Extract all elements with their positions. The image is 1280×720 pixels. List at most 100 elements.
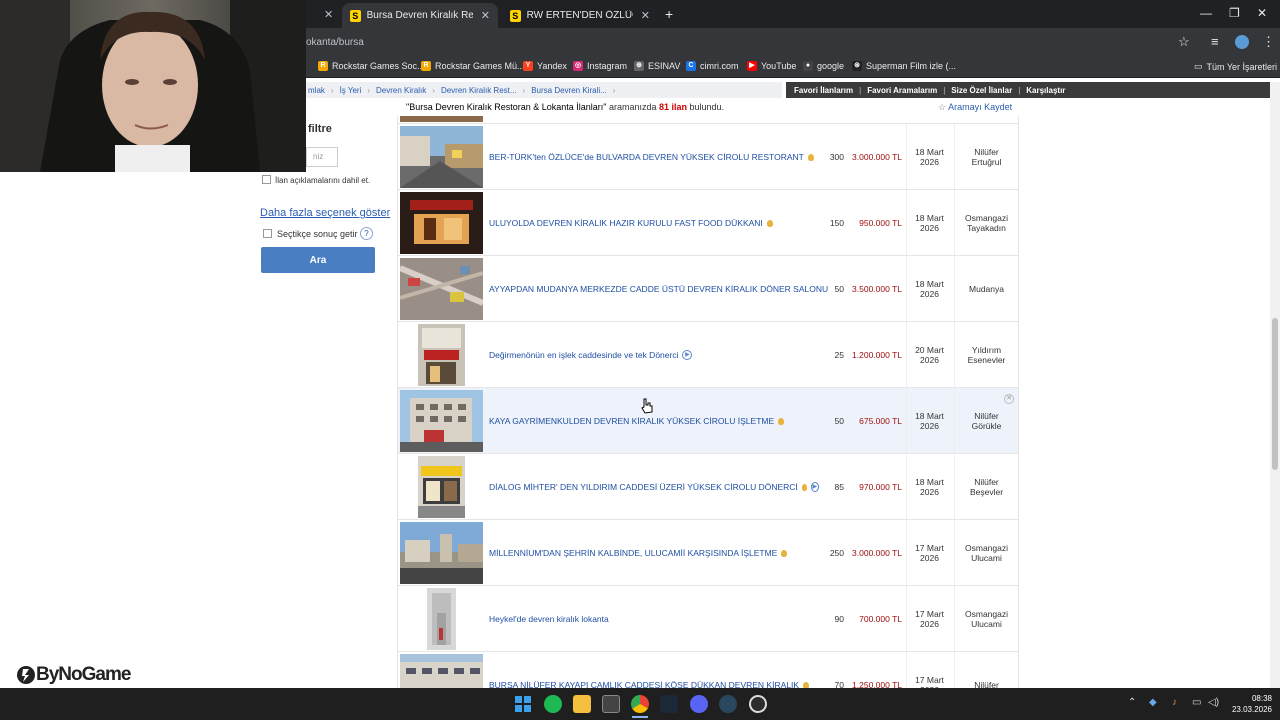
breadcrumb-item[interactable]: mlak bbox=[308, 86, 325, 95]
bookmark-rockstar-social[interactable]: R Rockstar Games Soc... bbox=[318, 61, 425, 71]
selective-results-checkbox[interactable] bbox=[263, 229, 272, 238]
bookmark-cimri[interactable]: Ccimri.com bbox=[686, 61, 739, 71]
listing-title-link[interactable]: BER-TÜRK'ten ÖZLÜCE'de BULVARDA DEVREN Y… bbox=[489, 124, 819, 190]
bookmark-youtube[interactable]: ▶ YouTube bbox=[747, 61, 796, 71]
bookmark-yandex[interactable]: Y Yandex bbox=[523, 61, 567, 71]
store-icon[interactable] bbox=[602, 695, 620, 713]
new-tab-button[interactable]: + bbox=[665, 6, 673, 22]
table-row[interactable]: BURSA NİLÜFER KAYAPI ÇAMLIK CADDESİ KÖŞE… bbox=[398, 652, 1018, 690]
listing-thumbnail[interactable] bbox=[427, 588, 456, 650]
minimize-icon[interactable]: — bbox=[1200, 6, 1212, 20]
close-tab-icon[interactable]: ✕ bbox=[641, 9, 650, 22]
media-icon[interactable]: ≡ bbox=[1211, 34, 1219, 49]
favorite-searches-link[interactable]: Favori Aramalarım bbox=[867, 86, 937, 95]
globe-icon: ⊕ bbox=[634, 61, 644, 71]
tab-rw-erten[interactable]: S RW ERTEN'DEN ÖZLÜCDE DEVR ✕ bbox=[502, 3, 658, 28]
listing-thumbnail[interactable] bbox=[400, 522, 483, 584]
menu-icon[interactable]: ⋮ bbox=[1262, 34, 1275, 50]
save-search-button[interactable]: ☆ Aramayı Kaydet bbox=[938, 102, 1012, 113]
listing-title-link[interactable]: ULUYOLDA DEVREN KİRALIK HAZIR KURULU FAS… bbox=[489, 190, 819, 256]
filter-input[interactable]: niz bbox=[306, 147, 338, 167]
obs-icon[interactable] bbox=[749, 695, 767, 713]
table-row[interactable]: Heykel'de devren kiralık lokanta 90 700.00… bbox=[398, 586, 1018, 652]
url-field[interactable]: okanta/bursa bbox=[306, 37, 364, 48]
breadcrumb-item[interactable]: İş Yeri bbox=[340, 86, 362, 95]
close-window-icon[interactable]: ✕ bbox=[1257, 6, 1267, 20]
breadcrumb-item[interactable]: Devren Kiralık bbox=[376, 86, 426, 95]
listing-title-link[interactable]: AYYAPDAN MUDANYA MERKEZDE CADDE ÜSTÜ DEV… bbox=[489, 256, 828, 322]
bookmark-label: Yandex bbox=[537, 61, 567, 71]
table-row[interactable]: AYYAPDAN MUDANYA MERKEZDE CADDE ÜSTÜ DEV… bbox=[398, 256, 1018, 322]
special-listings-link[interactable]: Size Özel İlanlar bbox=[951, 86, 1012, 95]
table-row[interactable] bbox=[398, 116, 1018, 124]
restore-icon[interactable]: ❐ bbox=[1229, 6, 1240, 20]
listing-title-link[interactable]: DİALOG MİHTER' DEN YILDIRIM CADDESİ ÜZER… bbox=[489, 454, 819, 520]
hand-cursor-icon bbox=[640, 398, 654, 417]
table-row[interactable]: MİLLENNİUM'DAN ŞEHRİN KALBİNDE, ULUCAMİİ… bbox=[398, 520, 1018, 586]
listing-thumbnail[interactable] bbox=[400, 126, 483, 188]
close-icon[interactable]: ✕ bbox=[1004, 394, 1014, 404]
compare-link[interactable]: Karşılaştır bbox=[1026, 86, 1065, 95]
listing-area: 70 bbox=[834, 680, 844, 690]
table-row[interactable]: BER-TÜRK'ten ÖZLÜCE'de BULVARDA DEVREN Y… bbox=[398, 124, 1018, 190]
bookmark-superman[interactable]: ⊛ Superman Film izle (... bbox=[852, 61, 956, 71]
include-description-checkbox[interactable] bbox=[262, 175, 271, 184]
favorite-listings-link[interactable]: Favori İlanlarım bbox=[794, 86, 853, 95]
volume-icon[interactable]: ◁) bbox=[1208, 697, 1219, 708]
listing-thumbnail[interactable] bbox=[400, 390, 483, 452]
microphone-icon[interactable]: ♪ bbox=[1172, 697, 1177, 708]
search-button[interactable]: Ara bbox=[261, 247, 375, 273]
more-options-link[interactable]: Daha fazla seçenek göster bbox=[260, 207, 390, 219]
listing-title-link[interactable]: Değirmenönün en işlek caddesinde ve tek … bbox=[489, 322, 819, 388]
file-explorer-icon[interactable] bbox=[573, 695, 591, 713]
close-tab-icon[interactable]: ✕ bbox=[481, 9, 490, 22]
chevron-up-icon[interactable]: ⌃ bbox=[1128, 697, 1136, 708]
listing-thumbnail[interactable] bbox=[418, 324, 465, 386]
tab-bursa-devren[interactable]: S Bursa Devren Kiralık Restoran & ✕ bbox=[342, 3, 498, 28]
listing-title-link[interactable]: BURSA NİLÜFER KAYAPI ÇAMLIK CADDESİ KÖŞE… bbox=[489, 652, 819, 690]
breadcrumb-item[interactable]: Bursa Devren Kirali... bbox=[531, 86, 607, 95]
listing-price: 1.250.000 TL bbox=[852, 680, 902, 690]
app-icon[interactable] bbox=[719, 695, 737, 713]
table-row[interactable]: ULUYOLDA DEVREN KİRALIK HAZIR KURULU FAS… bbox=[398, 190, 1018, 256]
result-suffix: bulundu. bbox=[687, 102, 725, 112]
network-icon[interactable]: ▭ bbox=[1192, 697, 1201, 708]
bookmark-google[interactable]: ● google bbox=[803, 61, 844, 71]
bookmark-instagram[interactable]: ◎ Instagram bbox=[573, 61, 627, 71]
listing-title-link[interactable]: Heykel'de devren kiralık lokanta bbox=[489, 586, 819, 652]
bookmark-rockstar-music[interactable]: R Rockstar Games Mü... bbox=[421, 61, 525, 71]
profile-avatar[interactable] bbox=[1235, 35, 1249, 49]
table-row[interactable]: Değirmenönün en işlek caddesinde ve tek … bbox=[398, 322, 1018, 388]
listing-area: 85 bbox=[834, 482, 844, 492]
discord-icon[interactable] bbox=[690, 695, 708, 713]
table-row[interactable]: DİALOG MİHTER' DEN YILDIRIM CADDESİ ÜZER… bbox=[398, 454, 1018, 520]
listing-title: DİALOG MİHTER' DEN YILDIRIM CADDESİ ÜZER… bbox=[489, 482, 798, 492]
listing-title-link[interactable]: MİLLENNİUM'DAN ŞEHRİN KALBİNDE, ULUCAMİİ… bbox=[489, 520, 819, 586]
watermark-logo-icon bbox=[17, 666, 35, 684]
selective-results-label: Seçtikçe sonuç getir bbox=[277, 229, 358, 239]
all-bookmarks[interactable]: ▭ Tüm Yer İşaretleri bbox=[1194, 61, 1277, 72]
table-row[interactable]: KAYA GAYRİMENKULDEN DEVREN KİRALIK YÜKSE… bbox=[398, 388, 1018, 454]
listing-thumbnail[interactable] bbox=[400, 258, 483, 320]
all-bookmarks-label: Tüm Yer İşaretleri bbox=[1206, 61, 1278, 72]
scrollbar-thumb[interactable] bbox=[1272, 318, 1278, 470]
help-icon[interactable]: ? bbox=[360, 227, 373, 240]
listing-thumbnail[interactable] bbox=[400, 654, 483, 690]
listing-price: 1.200.000 TL bbox=[852, 350, 902, 360]
listing-thumbnail[interactable] bbox=[400, 192, 483, 254]
listing-date: 18 Mart 2026 bbox=[906, 124, 952, 190]
listing-area: 25 bbox=[834, 350, 844, 360]
breadcrumb-item[interactable]: Devren Kiralık Rest... bbox=[441, 86, 517, 95]
listing-date: 17 Mart2026 bbox=[906, 520, 952, 586]
steam-icon[interactable] bbox=[660, 695, 678, 713]
bookmark-star-icon[interactable]: ☆ bbox=[1178, 34, 1190, 50]
system-clock[interactable]: 08:38 23.03.2026 bbox=[1226, 693, 1272, 715]
bookmark-esinav[interactable]: ⊕ ESINAV bbox=[634, 61, 680, 71]
chrome-icon[interactable] bbox=[631, 695, 649, 713]
close-tab-icon[interactable]: ✕ bbox=[324, 8, 333, 21]
windows-start-icon[interactable] bbox=[514, 695, 532, 713]
steam-tray-icon[interactable]: ◆ bbox=[1149, 697, 1157, 708]
listing-title-link[interactable]: KAYA GAYRİMENKULDEN DEVREN KİRALIK YÜKSE… bbox=[489, 388, 819, 454]
listing-thumbnail[interactable] bbox=[418, 456, 465, 518]
spotify-icon[interactable] bbox=[544, 695, 562, 713]
